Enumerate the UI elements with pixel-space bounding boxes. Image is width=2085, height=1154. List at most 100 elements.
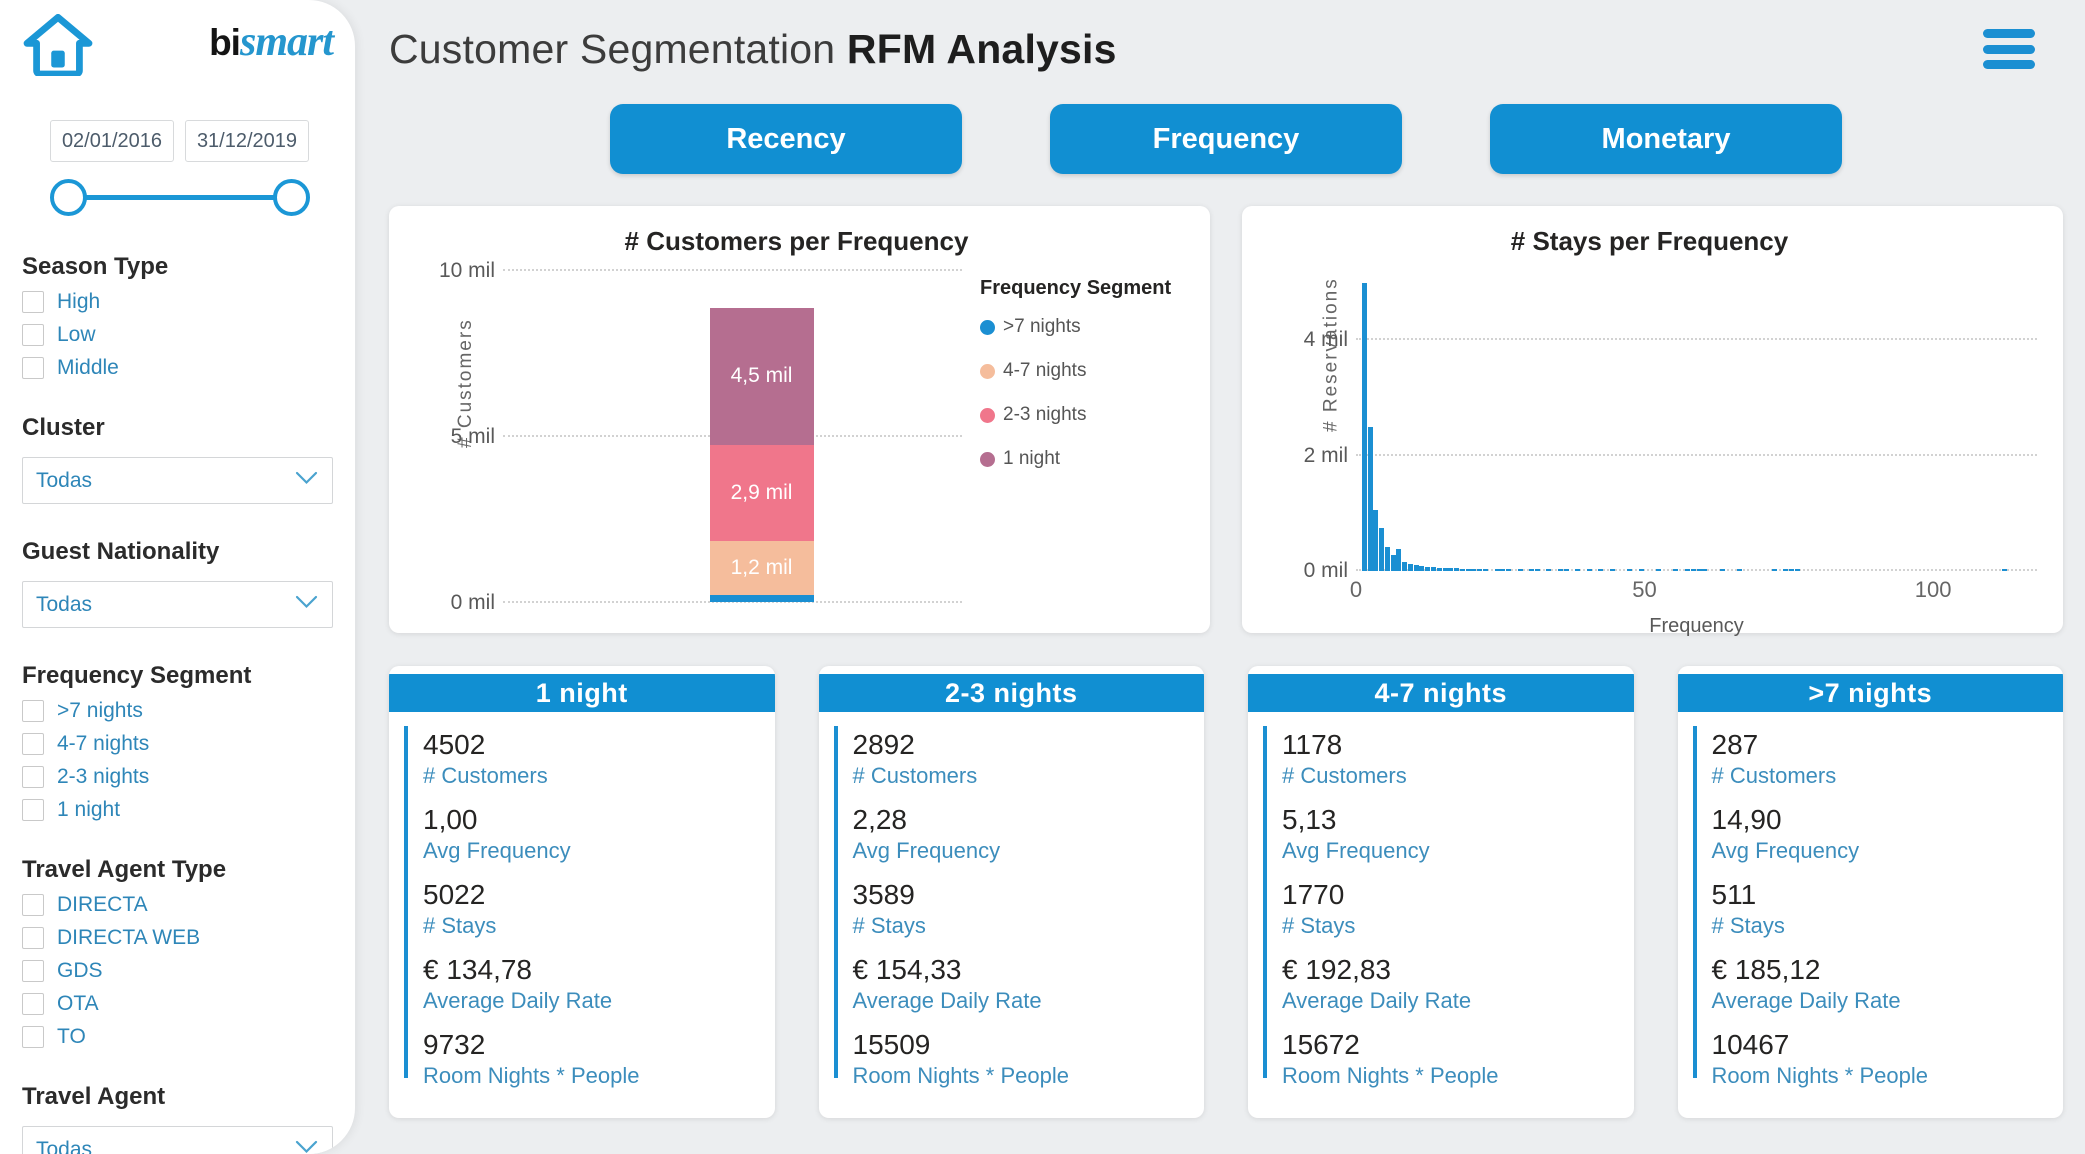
nav-button-frequency[interactable]: Frequency [1050,104,1402,174]
histogram-bar[interactable] [1690,568,1696,571]
checkbox-4-7-nights[interactable] [22,733,44,755]
histogram-bar[interactable] [1419,565,1425,571]
checkbox-gds[interactable] [22,960,44,982]
histogram-bar[interactable] [1373,510,1379,571]
filter-option-ota[interactable]: OTA [22,992,333,1016]
filter-option-7-nights[interactable]: >7 nights [22,699,333,723]
histogram-bar[interactable] [1696,568,1702,571]
histogram-bar[interactable] [1471,568,1477,571]
filter-option-middle[interactable]: Middle [22,356,333,380]
filter-option-1-night[interactable]: 1 night [22,798,333,822]
histogram-bar[interactable] [1482,568,1488,571]
legend-item-1-night[interactable]: 1 night [980,448,1190,470]
histogram-bar[interactable] [1586,568,1592,571]
filter-option-high[interactable]: High [22,290,333,314]
histogram-bar[interactable] [1454,568,1460,571]
histogram-bar[interactable] [1494,568,1500,571]
slider-handle-left[interactable] [50,178,87,216]
histogram-bar[interactable] [1702,568,1708,571]
dropdown-guest-nationality[interactable]: Todas [22,581,333,628]
date-to-input[interactable]: 31/12/2019 [185,120,309,162]
bar-segment-2-3-nights[interactable]: 2,9 mil [709,444,814,542]
histogram-bar[interactable] [1563,568,1569,571]
dropdown-cluster[interactable]: Todas [22,457,333,504]
histogram-bar[interactable] [1442,567,1448,571]
checkbox-to[interactable] [22,1026,44,1048]
histogram-bar[interactable] [1390,554,1396,571]
histogram-bar[interactable] [1736,568,1742,571]
histogram-bar[interactable] [1465,568,1471,571]
histogram-bar[interactable] [1517,568,1523,571]
checkbox-directa-web[interactable] [22,927,44,949]
bar-segment-7-nights[interactable] [709,594,814,602]
checkbox-7-nights[interactable] [22,700,44,722]
histogram-bar[interactable] [2002,568,2008,571]
date-from-input[interactable]: 02/01/2016 [50,120,174,162]
histogram-bar[interactable] [1598,568,1604,571]
histogram-bar[interactable] [1557,568,1563,571]
stat-room-nights-people: 10467 Room Nights * People [1712,1028,2054,1090]
histogram-bar[interactable] [1448,568,1454,571]
legend-item-2-3-nights[interactable]: 2-3 nights [980,404,1190,426]
checkbox-low[interactable] [22,324,44,346]
hamburger-menu-icon[interactable] [1983,29,2035,69]
histogram-bar[interactable] [1794,568,1800,571]
histogram-bar[interactable] [1425,566,1431,571]
histogram-bar[interactable] [1609,568,1615,571]
histogram-bar[interactable] [1431,567,1437,571]
histogram-bar[interactable] [1379,527,1385,571]
histogram-bar[interactable] [1367,426,1373,571]
histogram-bar[interactable] [1413,565,1419,571]
histogram-bar[interactable] [1407,564,1413,571]
checkbox-directa[interactable] [22,894,44,916]
histogram-bar[interactable] [1534,568,1540,571]
stacked-bar[interactable]: 4,5 mil 2,9 mil 1,2 mil [709,307,814,602]
bar-segment-1-night[interactable]: 4,5 mil [709,307,814,445]
home-button[interactable] [22,14,94,78]
histogram-bar[interactable] [1500,568,1506,571]
histogram-bar[interactable] [1771,568,1777,571]
histogram-bar[interactable] [1396,549,1402,571]
histogram-bar[interactable] [1627,568,1633,571]
histogram-bar[interactable] [1546,568,1552,571]
histogram-bar[interactable] [1529,568,1535,571]
histogram-bar[interactable] [1656,568,1662,571]
histogram-bar[interactable] [1673,568,1679,571]
filter-option-low[interactable]: Low [22,323,333,347]
stat-label: Avg Frequency [852,838,1001,863]
histogram-bar[interactable] [1575,568,1581,571]
date-range-filter: 02/01/2016 31/12/2019 [50,120,310,219]
histogram-bar[interactable] [1638,568,1644,571]
histogram-bar[interactable] [1436,567,1442,571]
nav-button-monetary[interactable]: Monetary [1490,104,1842,174]
y-tick-label: 4 mil [1303,328,1348,352]
checkbox-high[interactable] [22,291,44,313]
legend-item-7-nights[interactable]: >7 nights [980,316,1190,338]
checkbox-ota[interactable] [22,993,44,1015]
histogram-bar[interactable] [1684,568,1690,571]
histogram-bar[interactable] [1402,561,1408,571]
histogram-bar[interactable] [1783,568,1789,571]
histogram-bar[interactable] [1384,546,1390,571]
histogram-bar[interactable] [1788,568,1794,571]
filter-option-to[interactable]: TO [22,1025,333,1049]
filter-option-4-7-nights[interactable]: 4-7 nights [22,732,333,756]
bar-segment-4-7-nights[interactable]: 1,2 mil [709,541,814,595]
histogram-bar[interactable] [1719,568,1725,571]
checkbox-1-night[interactable] [22,799,44,821]
dropdown-travel-agent[interactable]: Todas [22,1126,333,1154]
filter-option-gds[interactable]: GDS [22,959,333,983]
nav-button-recency[interactable]: Recency [610,104,962,174]
filter-option-directa-web[interactable]: DIRECTA WEB [22,926,333,950]
filter-option-directa[interactable]: DIRECTA [22,893,333,917]
checkbox-2-3-nights[interactable] [22,766,44,788]
slider-track[interactable] [84,194,276,200]
histogram-bar[interactable] [1361,282,1367,571]
legend-item-4-7-nights[interactable]: 4-7 nights [980,360,1190,382]
checkbox-middle[interactable] [22,357,44,379]
histogram-bar[interactable] [1459,568,1465,571]
slider-handle-right[interactable] [273,178,310,216]
histogram-bar[interactable] [1477,568,1483,571]
filter-option-2-3-nights[interactable]: 2-3 nights [22,765,333,789]
histogram-bar[interactable] [1506,568,1512,571]
